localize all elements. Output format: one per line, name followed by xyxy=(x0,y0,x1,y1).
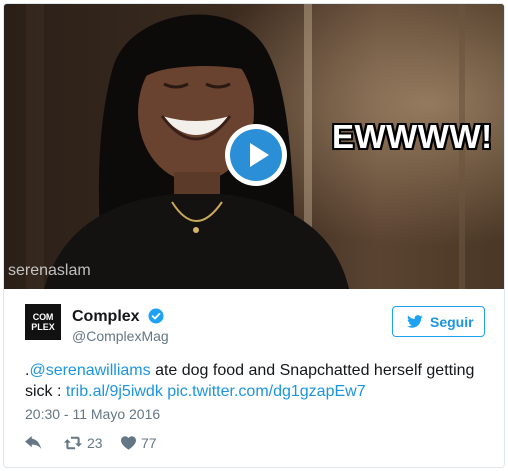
verified-icon xyxy=(148,308,164,324)
like-button[interactable]: 77 xyxy=(121,433,171,455)
media-link[interactable]: pic.twitter.com/dg1gzapEw7 xyxy=(167,383,365,400)
play-button[interactable] xyxy=(225,124,287,186)
video-caption-overlay: EWWWW! xyxy=(332,118,493,155)
follow-button[interactable]: Seguir xyxy=(392,306,485,337)
retweet-count: 23 xyxy=(87,435,103,451)
author-handle[interactable]: @ComplexMag xyxy=(72,328,169,344)
mention-link[interactable]: @serenawilliams xyxy=(29,362,150,379)
tweet-text: .@serenawilliams ate dog food and Snapch… xyxy=(25,360,495,402)
tweet-timestamp[interactable]: 20:30 - 11 Mayo 2016 xyxy=(25,406,160,422)
retweet-button[interactable]: 23 xyxy=(63,433,113,455)
embedded-tweet: EWWWW! serenaslam COM PLEX Complex @Comp… xyxy=(3,3,505,468)
retweet-icon xyxy=(63,436,83,450)
twitter-bird-icon xyxy=(407,315,423,328)
video-watermark: serenaslam xyxy=(8,262,91,279)
avatar[interactable]: COM PLEX xyxy=(25,304,61,340)
like-count: 77 xyxy=(141,435,157,451)
reply-button[interactable] xyxy=(25,433,45,455)
author-display-name[interactable]: Complex xyxy=(72,308,140,326)
heart-icon xyxy=(121,436,136,450)
short-link[interactable]: trib.al/9j5iwdk xyxy=(66,383,163,400)
video-preview[interactable]: EWWWW! serenaslam xyxy=(4,4,504,289)
play-icon xyxy=(230,129,282,181)
follow-button-label: Seguir xyxy=(430,314,474,330)
reply-icon xyxy=(25,436,42,449)
